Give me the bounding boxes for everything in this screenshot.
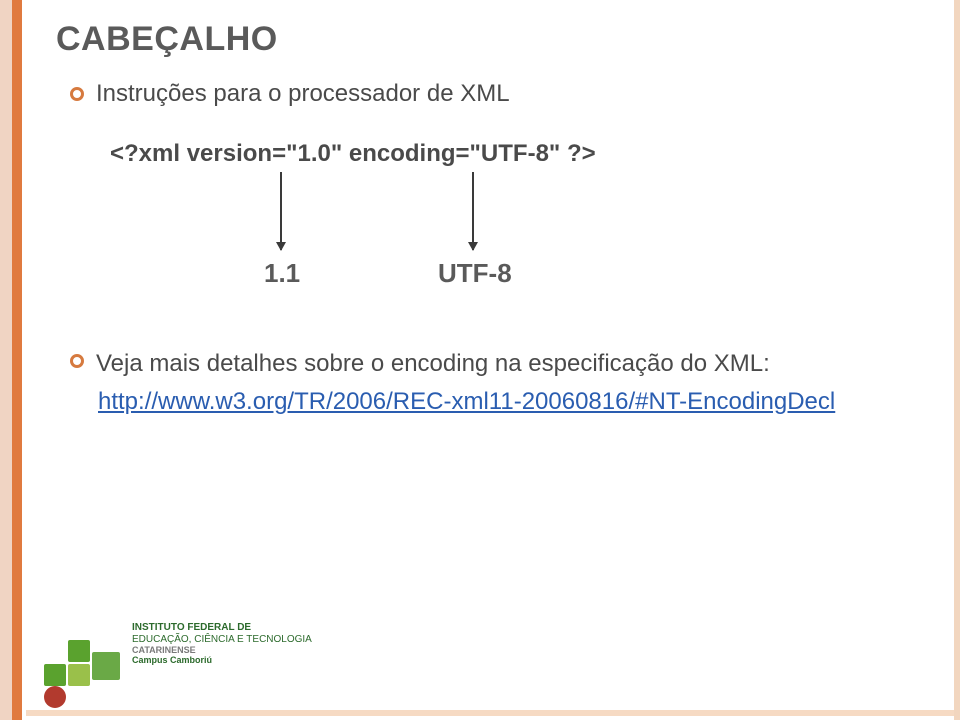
label-encoding: UTF-8	[438, 258, 512, 289]
left-decorative-bars	[0, 0, 26, 720]
bullet-intro-row: Instruções para o processador de XML	[70, 80, 510, 108]
arrow-encoding	[472, 172, 474, 250]
bar-inner	[12, 0, 22, 720]
institution-logo: INSTITUTO FEDERAL DE EDUCAÇÃO, CIÊNCIA E…	[44, 622, 312, 700]
bottom-decorative-bar	[26, 710, 954, 716]
bullet-ring-icon	[70, 87, 84, 101]
bar-outer	[0, 0, 12, 720]
arrow-version	[280, 172, 282, 250]
logo-mark-icon	[44, 622, 122, 700]
slide-title: CABEÇALHO	[56, 20, 278, 59]
right-decorative-edge	[954, 0, 960, 720]
bullet-details-text: Veja mais detalhes sobre o encoding na e…	[96, 348, 770, 380]
bullet-ring-icon	[70, 354, 84, 368]
logo-line2: EDUCAÇÃO, CIÊNCIA E TECNOLOGIA	[132, 634, 312, 646]
bullet-details-row: Veja mais detalhes sobre o encoding na e…	[70, 348, 890, 380]
logo-line4: Campus Camboriú	[132, 655, 312, 665]
logo-line1: INSTITUTO FEDERAL DE	[132, 622, 312, 634]
spec-link[interactable]: http://www.w3.org/TR/2006/REC-xml11-2006…	[98, 388, 835, 415]
logo-text-block: INSTITUTO FEDERAL DE EDUCAÇÃO, CIÊNCIA E…	[132, 622, 312, 666]
bullet-intro-text: Instruções para o processador de XML	[96, 80, 510, 108]
xml-declaration-code: <?xml version="1.0" encoding="UTF-8" ?>	[110, 140, 596, 168]
label-version: 1.1	[264, 258, 300, 289]
logo-line3: CATARINENSE	[132, 645, 312, 655]
spec-link-row: http://www.w3.org/TR/2006/REC-xml11-2006…	[98, 388, 835, 416]
